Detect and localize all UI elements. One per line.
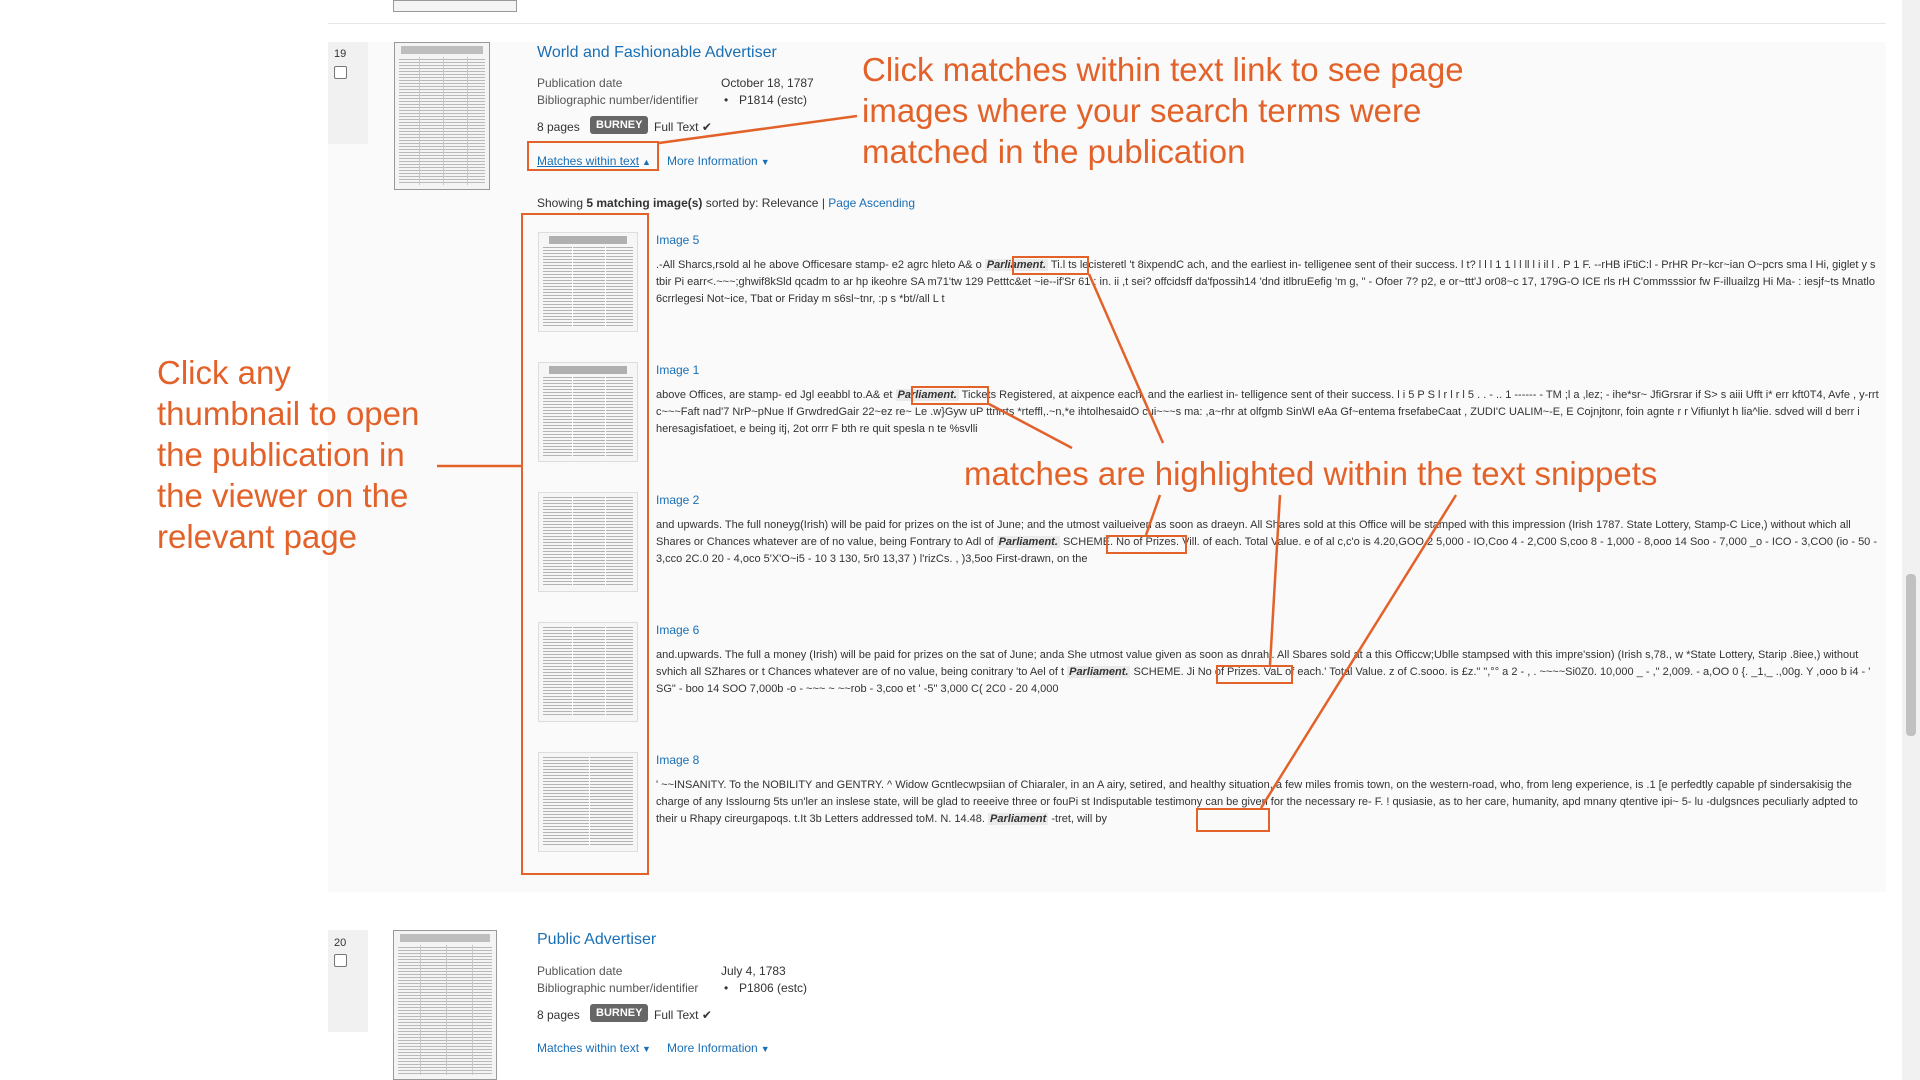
previous-result-bottom [328,0,1886,24]
match-snippet: .-All Sharcs,rsold al he above Officesar… [656,257,1882,308]
result-number: 20 [334,937,347,949]
match-image-link[interactable]: Image 1 [656,363,699,377]
biblio-value: P1814 (estc) [739,93,808,107]
annotation-line: Click matches within text link to see pa… [862,51,1464,88]
page-ascending-sort-link[interactable]: Page Ascending [828,196,915,210]
checkmark-icon: ✔ [701,1008,712,1022]
highlighted-match: Parliament. [1067,666,1131,678]
match-highlight-box [1012,256,1089,275]
matches-within-text-label: Matches within text [537,1041,640,1055]
more-information-label: More Information [667,1041,758,1055]
full-text-indicator: Full Text ✔ [654,120,712,134]
match-image-link[interactable]: Image 2 [656,493,699,507]
annotation-line: the publication in [157,436,405,473]
annotation-matches-link-callout: Click matches within text link to see pa… [862,49,1464,172]
collection-badge: BURNEY [590,116,649,134]
match-snippet: and upwards. The full noneyg(Irish) will… [656,517,1882,568]
caret-down-icon: ▼ [760,1044,770,1054]
full-text-indicator: Full Text ✔ [654,1008,712,1022]
bullet-icon: • [724,981,729,995]
match-snippet: above Offices, are stamp- ed Jgl eeabbl … [656,387,1882,438]
publication-date-label: Publication date [537,964,623,978]
annotation-highlight-callout: matches are highlighted within the text … [964,455,1658,492]
publication-thumbnail[interactable] [394,42,490,190]
bullet-icon: • [724,93,729,107]
caret-down-icon: ▼ [642,1044,651,1054]
result-title-link[interactable]: Public Advertiser [537,931,656,949]
highlighted-match: Parliament. [996,536,1060,548]
page-count: 8 pages [537,1008,580,1022]
match-image-link[interactable]: Image 5 [656,233,699,247]
matching-images-summary: Showing 5 matching image(s) sorted by: R… [537,196,915,210]
annotation-line: thumbnail to open [157,395,420,432]
matches-link-annotation-box [527,141,659,171]
showing-count: 5 matching image(s) [586,196,703,210]
snippet-text-after: -tret, will by [1051,813,1107,825]
annotation-thumbnail-callout: Click any thumbnail to open the publicat… [157,352,419,557]
full-text-label: Full Text [654,120,699,134]
publication-thumbnail[interactable] [393,930,497,1080]
annotation-line: matched in the publication [862,133,1246,170]
result-number: 19 [334,48,347,60]
caret-down-icon: ▼ [760,157,770,167]
matches-within-text-link[interactable]: Matches within text ▼ [537,1041,651,1055]
showing-prefix: Showing [537,196,584,210]
biblio-value: P1806 (estc) [739,981,808,995]
snippet-text-before: above Offices, are stamp- ed Jgl eeabbl … [656,389,893,401]
publication-date-value: July 4, 1783 [721,964,786,978]
checkmark-icon: ✔ [701,120,712,134]
search-results-page: 19 World and Fashionable Advertiser Publ… [0,0,1920,1080]
vertical-scrollbar[interactable] [1902,0,1920,1080]
scrollbar-thumb[interactable] [1906,574,1916,736]
snippet-text-before: .-All Sharcs,rsold al he above Officesar… [656,259,982,271]
annotation-line: Click any [157,354,291,391]
highlighted-match: Parliament [988,813,1049,825]
more-information-label: More Information [667,154,758,168]
match-highlight-box [1216,665,1293,684]
more-information-link[interactable]: More Information ▼ [667,154,770,168]
result-card [328,928,1886,1080]
page-count: 8 pages [537,120,580,134]
match-highlight-box [911,386,989,405]
thumbnails-annotation-box [521,213,649,875]
biblio-label: Bibliographic number/identifier [537,981,699,995]
result-select-checkbox[interactable] [334,954,347,967]
publication-date-value: October 18, 1787 [721,76,814,90]
match-image-link[interactable]: Image 8 [656,753,699,767]
match-highlight-box [1196,808,1270,832]
collection-badge: BURNEY [590,1004,649,1022]
match-image-link[interactable]: Image 6 [656,623,699,637]
more-information-link[interactable]: More Information ▼ [667,1041,770,1055]
annotation-line: the viewer on the [157,477,409,514]
annotation-line: relevant page [157,518,357,555]
annotation-line: images where your search terms were [862,92,1422,129]
publication-date-label: Publication date [537,76,623,90]
result-select-checkbox[interactable] [334,66,347,79]
match-highlight-box [1106,535,1187,554]
previous-result-thumbnail[interactable] [393,0,517,12]
full-text-label: Full Text [654,1008,699,1022]
result-title-link[interactable]: World and Fashionable Advertiser [537,44,777,62]
showing-suffix: sorted by: Relevance | [705,196,825,210]
biblio-label: Bibliographic number/identifier [537,93,699,107]
